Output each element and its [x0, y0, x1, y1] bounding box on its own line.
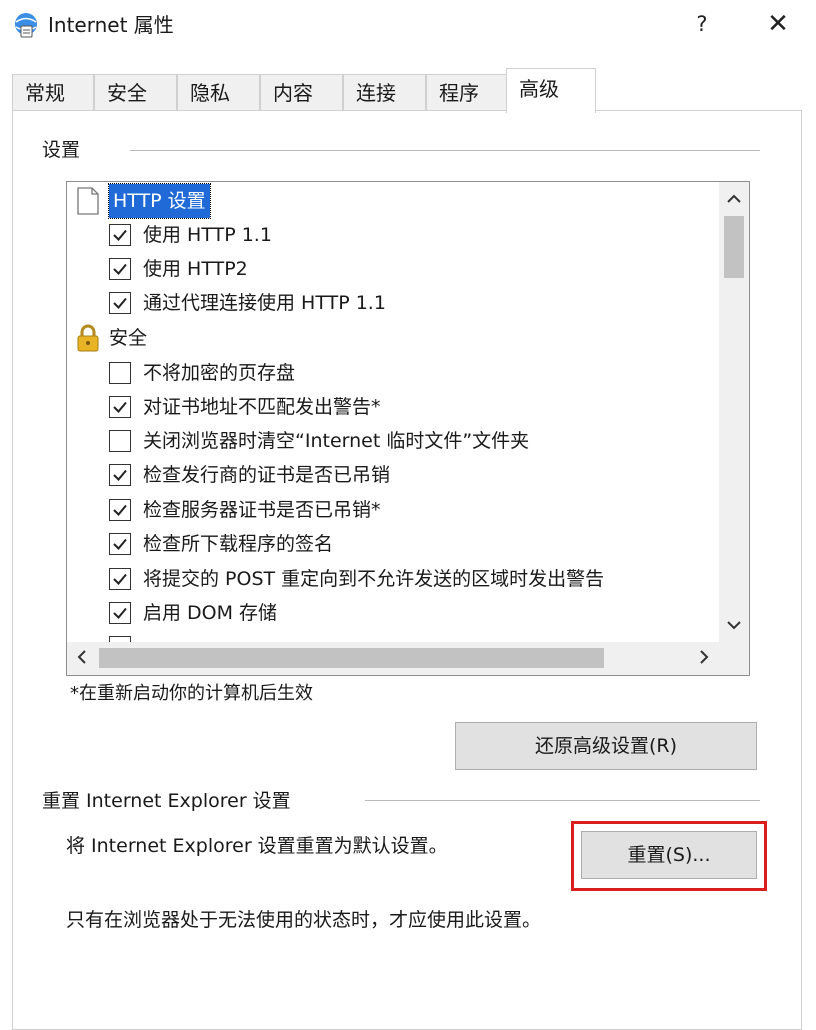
list-item-label: 不将加密的页存盘 [143, 362, 296, 384]
list-item[interactable]: 使用 HTTP2 [67, 252, 717, 286]
list-item-label: 将提交的 POST 重定向到不允许发送的区域时发出警告 [143, 568, 605, 590]
tab-advanced[interactable]: 高级 [506, 68, 596, 113]
tab-content[interactable]: 内容 [260, 74, 343, 112]
reset-warning: 只有在浏览器处于无法使用的状态时，才应使用此设置。 [66, 909, 542, 931]
settings-group-label: 设置 [42, 137, 81, 163]
close-button[interactable]: ✕ [764, 8, 792, 40]
scrollbar-corner [719, 642, 749, 675]
tab-connections[interactable]: 连接 [343, 74, 426, 112]
list-item-label: 检查服务器证书是否已吊销* [143, 499, 381, 521]
list-item[interactable]: 使用 HTTP 1.1 [67, 218, 717, 252]
reset-button[interactable]: 重置(S)... [581, 831, 757, 879]
checkbox[interactable] [109, 499, 131, 521]
tab-privacy[interactable]: 隐私 [177, 74, 260, 112]
list-item[interactable]: 检查所下载程序的签名 [67, 527, 717, 561]
checkbox[interactable] [109, 224, 131, 246]
list-item-category[interactable]: 安全 [67, 321, 717, 355]
list-item-label: 使用 HTTP2 [143, 258, 248, 280]
settings-list[interactable]: HTTP 设置 使用 HTTP 1.1 使用 HTTP2 通过代理连接使用 HT… [66, 181, 750, 676]
checkbox[interactable] [109, 362, 131, 384]
tab-general[interactable]: 常规 [12, 74, 94, 112]
horizontal-scrollbar[interactable] [67, 642, 719, 675]
reset-description: 将 Internet Explorer 设置重置为默认设置。 [66, 835, 448, 857]
list-item-label: 使用 HTTP 1.1 [143, 224, 272, 246]
title-bar: Internet 属性 ? ✕ [0, 0, 816, 52]
list-item-label: 检查发行商的证书是否已吊销 [143, 464, 391, 486]
category-label: HTTP 设置 [108, 183, 211, 219]
scroll-down-icon[interactable] [719, 608, 749, 642]
help-button[interactable]: ? [690, 8, 714, 40]
list-item[interactable]: 启用 DOM 存储 [67, 596, 717, 630]
list-item-label: 通过代理连接使用 HTTP 1.1 [143, 292, 386, 314]
lock-icon [75, 324, 101, 352]
list-item-label: 关闭浏览器时清空“Internet 临时文件”文件夹 [143, 430, 530, 452]
checkbox[interactable] [109, 568, 131, 590]
list-item-category[interactable]: HTTP 设置 [67, 183, 717, 219]
vertical-scroll-thumb[interactable] [724, 216, 744, 278]
window-title: Internet 属性 [48, 13, 174, 37]
tab-programs[interactable]: 程序 [426, 74, 508, 112]
restart-note: *在重新启动你的计算机后生效 [70, 683, 313, 704]
checkbox[interactable] [109, 258, 131, 280]
reset-group-label: 重置 Internet Explorer 设置 [42, 788, 291, 814]
vertical-scrollbar[interactable] [719, 182, 749, 642]
restore-advanced-settings-button[interactable]: 还原高级设置(R) [455, 722, 757, 770]
reset-group-divider [365, 800, 760, 801]
list-item-label: 检查所下载程序的签名 [143, 533, 334, 555]
checkbox[interactable] [109, 292, 131, 314]
checkbox[interactable] [109, 464, 131, 486]
horizontal-scroll-thumb[interactable] [99, 648, 604, 668]
list-item[interactable]: 关闭浏览器时清空“Internet 临时文件”文件夹 [67, 424, 717, 458]
list-item[interactable]: 不将加密的页存盘 [67, 356, 717, 390]
settings-group-divider [130, 150, 760, 151]
tab-security[interactable]: 安全 [94, 74, 177, 112]
list-item[interactable]: 对证书地址不匹配发出警告* [67, 390, 717, 424]
list-item[interactable]: 通过代理连接使用 HTTP 1.1 [67, 286, 717, 320]
list-item-label: 对证书地址不匹配发出警告* [143, 396, 381, 418]
checkbox[interactable] [109, 602, 131, 624]
list-item[interactable]: 将提交的 POST 重定向到不允许发送的区域时发出警告 [67, 562, 717, 596]
category-label: 安全 [109, 327, 148, 349]
scroll-left-icon[interactable] [67, 642, 97, 675]
checkbox[interactable] [109, 396, 131, 418]
list-item[interactable]: 检查发行商的证书是否已吊销 [67, 458, 717, 492]
internet-options-icon [12, 11, 40, 39]
checkbox[interactable] [109, 430, 131, 452]
checkbox[interactable] [109, 533, 131, 555]
document-icon [75, 187, 101, 215]
list-item-label: 启用 DOM 存储 [143, 602, 278, 624]
list-item[interactable]: 检查服务器证书是否已吊销* [67, 493, 717, 527]
scroll-right-icon[interactable] [689, 642, 719, 675]
tab-strip: 常规 安全 隐私 内容 连接 程序 高级 [12, 68, 802, 113]
scroll-up-icon[interactable] [719, 182, 749, 216]
